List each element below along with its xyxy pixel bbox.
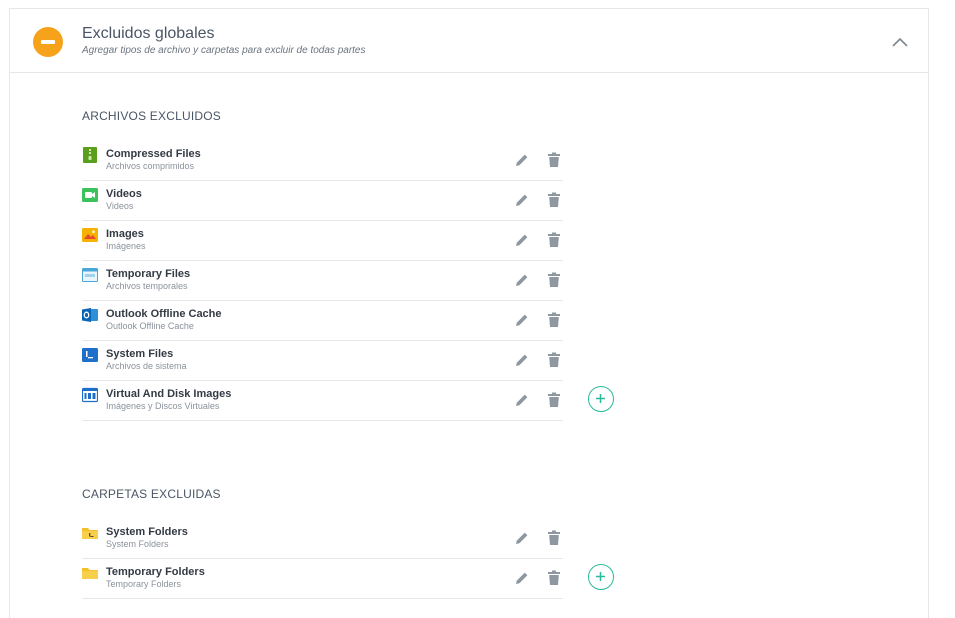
file-type-desc: Archivos temporales xyxy=(106,281,188,291)
excluded-files-list: Compressed Files Archivos comprimidos Vi… xyxy=(81,141,563,421)
list-item: Videos Videos xyxy=(82,181,563,221)
pencil-icon[interactable] xyxy=(514,392,530,408)
file-type-name: Compressed Files xyxy=(106,148,201,160)
panel-title: Excluidos globales xyxy=(82,25,215,42)
add-file-type-button[interactable] xyxy=(588,386,614,412)
list-item: Virtual And Disk Images Imágenes y Disco… xyxy=(81,381,563,421)
minus-circle-icon xyxy=(33,27,63,57)
trash-icon[interactable] xyxy=(546,232,562,248)
global-exclusions-panel: Excluidos globales Agregar tipos de arch… xyxy=(9,8,929,618)
trash-icon[interactable] xyxy=(546,152,562,168)
trash-icon[interactable] xyxy=(546,312,562,328)
folder-type-name: Temporary Folders xyxy=(106,566,205,578)
list-item: Compressed Files Archivos comprimidos xyxy=(82,141,563,181)
pencil-icon[interactable] xyxy=(514,272,530,288)
file-type-name: Videos xyxy=(106,188,142,200)
system-file-icon xyxy=(82,347,98,363)
list-item: Outlook Offline Cache Outlook Offline Ca… xyxy=(82,301,563,341)
excluded-files-heading: ARCHIVOS EXCLUIDOS xyxy=(82,109,221,123)
folder-icon xyxy=(82,565,98,581)
file-type-desc: Archivos de sistema xyxy=(106,361,187,371)
list-item: System Folders System Folders xyxy=(82,519,563,559)
tmp-file-icon xyxy=(82,267,98,283)
file-type-desc: Videos xyxy=(106,201,134,211)
excluded-folders-list: System Folders System Folders Temporary … xyxy=(82,519,563,599)
plus-icon xyxy=(596,572,605,581)
trash-icon[interactable] xyxy=(546,192,562,208)
trash-icon[interactable] xyxy=(546,392,562,408)
folder-type-name: System Folders xyxy=(106,526,188,538)
iso-file-icon xyxy=(81,387,99,403)
panel-header[interactable]: Excluidos globales Agregar tipos de arch… xyxy=(10,9,928,73)
file-type-name: Outlook Offline Cache xyxy=(106,308,222,320)
pencil-icon[interactable] xyxy=(514,530,530,546)
file-type-desc: Imágenes y Discos Virtuales xyxy=(106,401,220,411)
video-file-icon xyxy=(82,187,98,203)
pencil-icon[interactable] xyxy=(514,152,530,168)
trash-icon[interactable] xyxy=(546,530,562,546)
pencil-icon[interactable] xyxy=(514,232,530,248)
file-type-name: Temporary Files xyxy=(106,268,191,280)
file-type-desc: Imágenes xyxy=(106,241,146,251)
pencil-icon[interactable] xyxy=(514,192,530,208)
excluded-folders-heading: CARPETAS EXCLUIDAS xyxy=(82,487,221,501)
system-folder-icon xyxy=(82,525,98,541)
chevron-up-icon[interactable] xyxy=(889,34,911,50)
list-item: Temporary Folders Temporary Folders xyxy=(82,559,563,599)
list-item: Images Imágenes xyxy=(82,221,563,261)
trash-icon[interactable] xyxy=(546,272,562,288)
file-type-desc: Outlook Offline Cache xyxy=(106,321,194,331)
pencil-icon[interactable] xyxy=(514,312,530,328)
panel-subtitle: Agregar tipos de archivo y carpetas para… xyxy=(82,45,366,56)
trash-icon[interactable] xyxy=(546,570,562,586)
pencil-icon[interactable] xyxy=(514,570,530,586)
list-item: Temporary Files Archivos temporales xyxy=(82,261,563,301)
trash-icon[interactable] xyxy=(546,352,562,368)
image-file-icon xyxy=(82,227,98,243)
add-folder-button[interactable] xyxy=(588,564,614,590)
plus-icon xyxy=(596,394,605,403)
pencil-icon[interactable] xyxy=(514,352,530,368)
outlook-icon xyxy=(82,307,98,323)
file-type-name: Virtual And Disk Images xyxy=(106,388,232,400)
file-type-desc: Archivos comprimidos xyxy=(106,161,195,171)
list-item: System Files Archivos de sistema xyxy=(82,341,563,381)
folder-type-desc: System Folders xyxy=(106,539,169,549)
zip-file-icon xyxy=(82,147,98,163)
file-type-name: System Files xyxy=(106,348,174,360)
folder-type-desc: Temporary Folders xyxy=(106,579,182,589)
file-type-name: Images xyxy=(106,228,144,240)
